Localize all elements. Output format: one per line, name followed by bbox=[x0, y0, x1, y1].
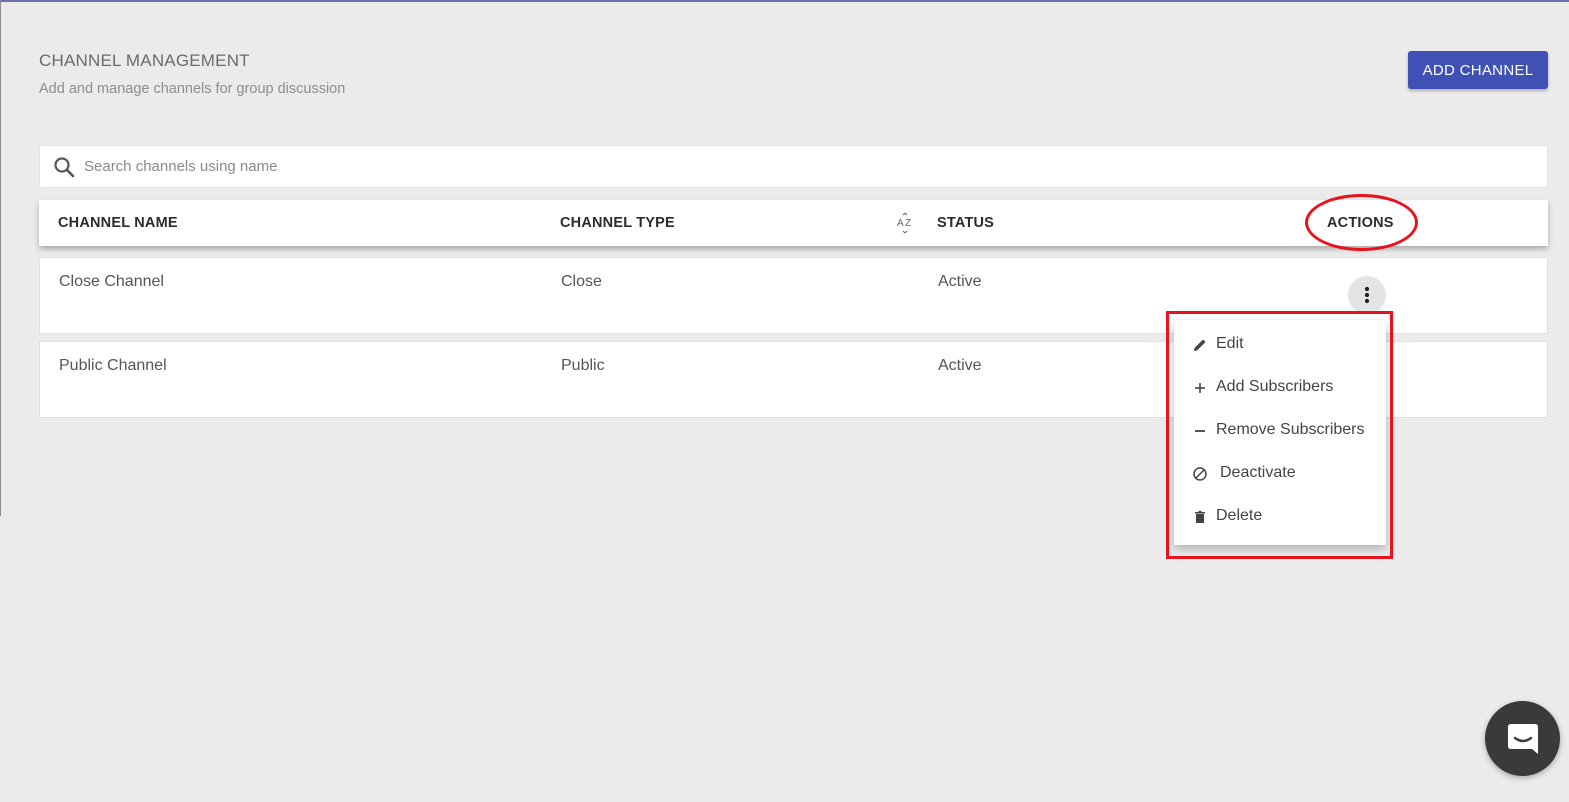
page-title: CHANNEL MANAGEMENT bbox=[39, 51, 250, 70]
table-header: CHANNEL NAME CHANNEL TYPE A Z STATUS ACT… bbox=[39, 200, 1548, 246]
status-cell: Active bbox=[938, 357, 982, 374]
more-vert-icon bbox=[1364, 286, 1370, 304]
plus-icon bbox=[1195, 383, 1205, 393]
search-bar bbox=[39, 145, 1548, 188]
menu-item-add-subscribers[interactable]: Add Subscribers bbox=[1174, 366, 1386, 409]
menu-item-remove-subscribers[interactable]: Remove Subscribers bbox=[1174, 409, 1386, 452]
sort-az-icon[interactable]: A Z bbox=[895, 212, 915, 234]
channel-type-cell: Close bbox=[561, 273, 602, 290]
channel-type-cell: Public bbox=[561, 357, 605, 374]
menu-item-label: Add Subscribers bbox=[1216, 378, 1334, 395]
column-header-channel-type: CHANNEL TYPE bbox=[560, 215, 675, 231]
column-header-actions: ACTIONS bbox=[1327, 215, 1394, 231]
svg-text:A: A bbox=[897, 218, 904, 229]
search-input[interactable] bbox=[84, 146, 1524, 187]
menu-item-label: Remove Subscribers bbox=[1216, 421, 1365, 438]
chat-launcher-button[interactable] bbox=[1485, 701, 1560, 776]
svg-text:Z: Z bbox=[905, 218, 911, 229]
pencil-icon bbox=[1194, 339, 1206, 351]
menu-item-label: Delete bbox=[1216, 507, 1263, 524]
menu-item-deactivate[interactable]: Deactivate bbox=[1174, 452, 1386, 495]
menu-item-label: Edit bbox=[1216, 335, 1244, 352]
chat-icon bbox=[1507, 723, 1538, 754]
page-subtitle: Add and manage channels for group discus… bbox=[39, 81, 346, 97]
top-border bbox=[0, 0, 1569, 2]
minus-icon bbox=[1195, 430, 1205, 432]
column-header-channel-name: CHANNEL NAME bbox=[58, 215, 178, 231]
status-cell: Active bbox=[938, 273, 982, 290]
column-header-status: STATUS bbox=[937, 215, 995, 231]
channel-name-cell: Close Channel bbox=[59, 273, 164, 290]
left-border bbox=[0, 0, 1, 516]
menu-item-delete[interactable]: Delete bbox=[1174, 495, 1386, 538]
trash-icon bbox=[1195, 510, 1205, 523]
row-actions-button[interactable] bbox=[1348, 276, 1386, 314]
search-icon bbox=[54, 157, 75, 178]
menu-item-edit[interactable]: Edit bbox=[1174, 323, 1386, 366]
add-channel-button[interactable]: ADD CHANNEL bbox=[1408, 51, 1548, 89]
menu-item-label: Deactivate bbox=[1220, 464, 1296, 481]
actions-menu: Edit Add Subscribers Remove Subscribers … bbox=[1174, 320, 1386, 545]
block-icon bbox=[1193, 467, 1207, 481]
channel-name-cell: Public Channel bbox=[59, 357, 167, 374]
